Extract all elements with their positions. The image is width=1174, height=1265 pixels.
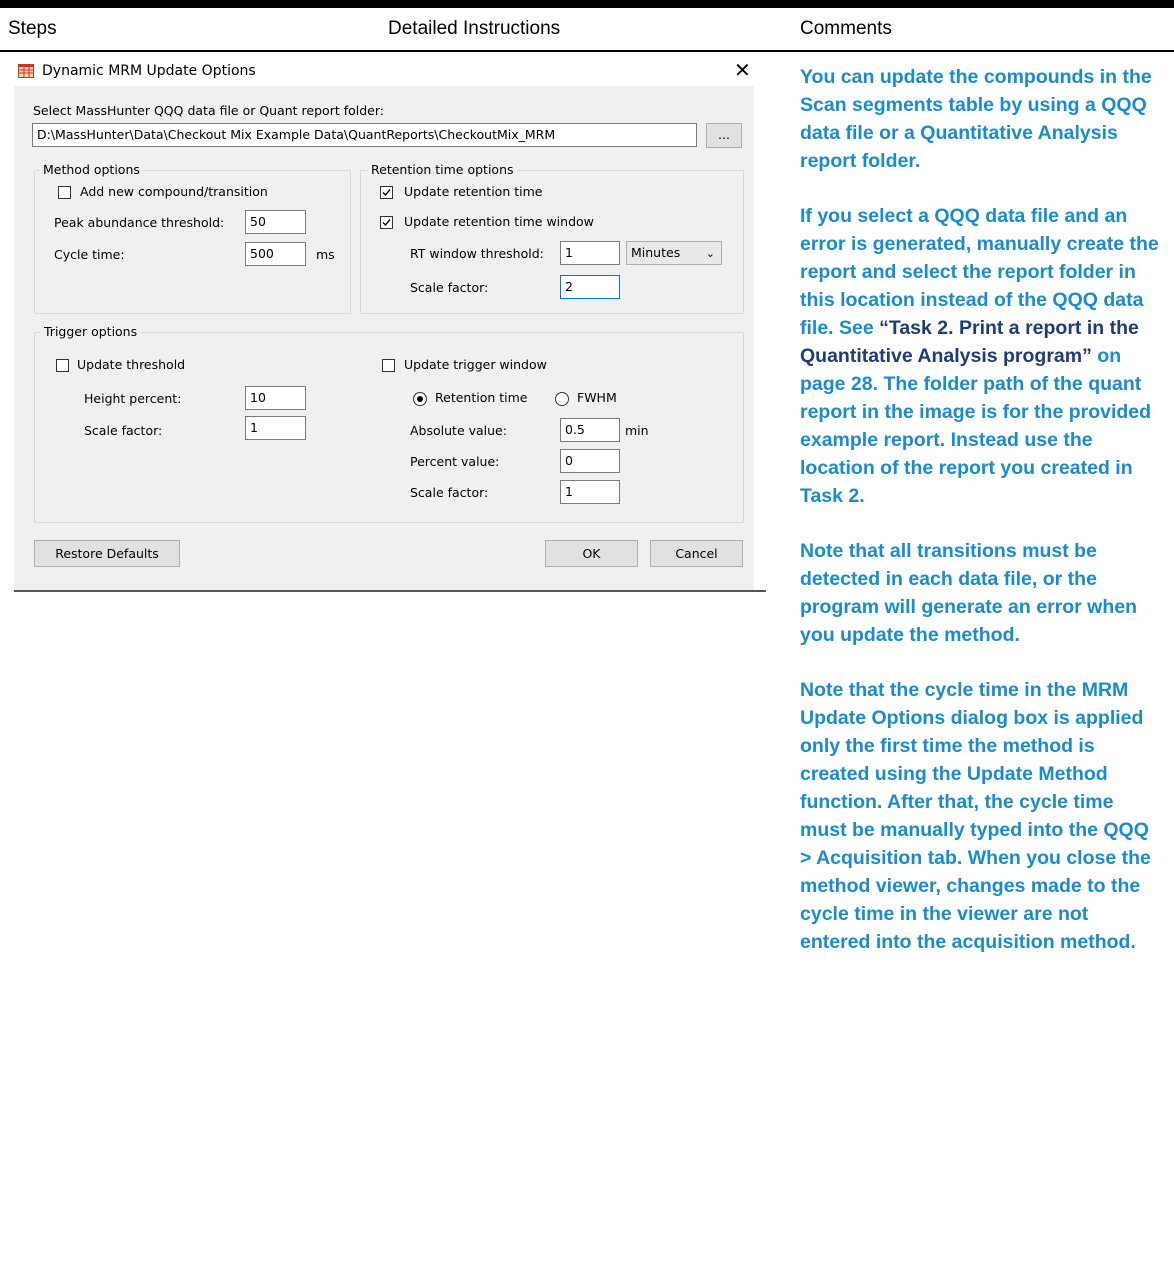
peak-abundance-label: Peak abundance threshold:	[54, 215, 225, 230]
top-rule	[0, 0, 1174, 8]
radio-fwhm[interactable]	[555, 392, 569, 406]
rt-window-threshold-label: RT window threshold:	[410, 246, 544, 261]
ok-button[interactable]: OK	[545, 540, 638, 567]
radio-selected-icon	[417, 396, 423, 402]
update-rt-label: Update retention time	[404, 184, 543, 199]
cycle-time-label: Cycle time:	[54, 247, 125, 262]
update-trigger-window-label: Update trigger window	[404, 357, 547, 372]
rt-unit-select[interactable]: Minutes ⌄	[626, 241, 722, 265]
file-label: Select MassHunter QQQ data file or Quant…	[33, 103, 384, 118]
trigger-window-scale-factor-label: Scale factor:	[410, 485, 489, 500]
peak-abundance-input[interactable]: 50	[245, 210, 306, 234]
cycle-time-input[interactable]: 500	[245, 242, 306, 266]
cancel-button[interactable]: Cancel	[650, 540, 743, 567]
cycle-time-unit: ms	[316, 247, 335, 262]
trigger-scale-factor-label: Scale factor:	[84, 423, 163, 438]
dynamic-mrm-update-options-dialog: Dynamic MRM Update Options ✕ Select Mass…	[14, 56, 754, 590]
comment-paragraph-1: You can update the compounds in the Scan…	[800, 66, 1152, 172]
radio-fwhm-label: FWHM	[577, 390, 617, 405]
file-path-input[interactable]: D:\MassHunter\Data\Checkout Mix Example …	[32, 123, 697, 147]
update-rt-window-checkbox[interactable]	[380, 216, 393, 229]
rt-scale-factor-label: Scale factor:	[410, 280, 489, 295]
percent-value-label: Percent value:	[410, 454, 500, 469]
comment-paragraph-2-end: on page 28. The folder path of the quant…	[800, 345, 1152, 507]
trigger-scale-factor-input[interactable]: 1	[245, 416, 306, 440]
absolute-value-input[interactable]: 0.5	[560, 418, 620, 442]
radio-retention-time[interactable]	[413, 392, 427, 406]
trigger-options-title: Trigger options	[41, 324, 141, 339]
update-threshold-label: Update threshold	[77, 357, 186, 372]
update-rt-checkbox[interactable]	[380, 186, 393, 199]
rt-unit-value: Minutes	[631, 245, 681, 260]
update-threshold-checkbox[interactable]	[56, 359, 69, 372]
checkbox-checked-icon	[382, 189, 391, 197]
trigger-window-scale-factor-input[interactable]: 1	[560, 480, 620, 504]
update-rt-window-label: Update retention time window	[404, 214, 594, 229]
method-options-title: Method options	[40, 162, 143, 177]
header-detailed-instructions: Detailed Instructions	[388, 18, 561, 39]
checkbox-checked-icon	[382, 219, 391, 227]
app-icon	[18, 64, 34, 78]
dialog-title: Dynamic MRM Update Options	[42, 63, 256, 79]
absolute-value-label: Absolute value:	[410, 423, 507, 438]
add-new-compound-label: Add new compound/transition	[80, 184, 268, 199]
comments-column: You can update the compounds in the Scan…	[800, 63, 1162, 956]
dialog-bottom-rule	[14, 590, 766, 592]
height-percent-input[interactable]: 10	[245, 386, 306, 410]
percent-value-input[interactable]: 0	[560, 449, 620, 473]
update-trigger-window-checkbox[interactable]	[382, 359, 395, 372]
absolute-value-unit: min	[625, 423, 649, 438]
rt-scale-factor-input[interactable]: 2	[560, 275, 620, 299]
header-comments: Comments	[800, 18, 892, 39]
restore-defaults-button[interactable]: Restore Defaults	[34, 540, 180, 567]
height-percent-label: Height percent:	[84, 391, 182, 406]
rt-window-threshold-input[interactable]: 1	[560, 241, 620, 265]
comment-paragraph-4: Note that the cycle time in the MRM Upda…	[800, 679, 1151, 953]
retention-time-options-title: Retention time options	[368, 162, 517, 177]
browse-button[interactable]: ...	[706, 123, 742, 148]
add-new-compound-checkbox[interactable]	[58, 186, 71, 199]
comment-paragraph-2: If you select a QQQ data file and an err…	[800, 202, 1162, 510]
header-steps: Steps	[8, 18, 57, 39]
header-rule	[0, 50, 1174, 52]
close-icon[interactable]: ✕	[734, 58, 751, 82]
comment-paragraph-3: Note that all transitions must be detect…	[800, 540, 1138, 646]
radio-retention-time-label: Retention time	[435, 390, 528, 405]
dialog-titlebar: Dynamic MRM Update Options ✕	[14, 56, 754, 86]
chevron-down-icon: ⌄	[705, 247, 715, 260]
